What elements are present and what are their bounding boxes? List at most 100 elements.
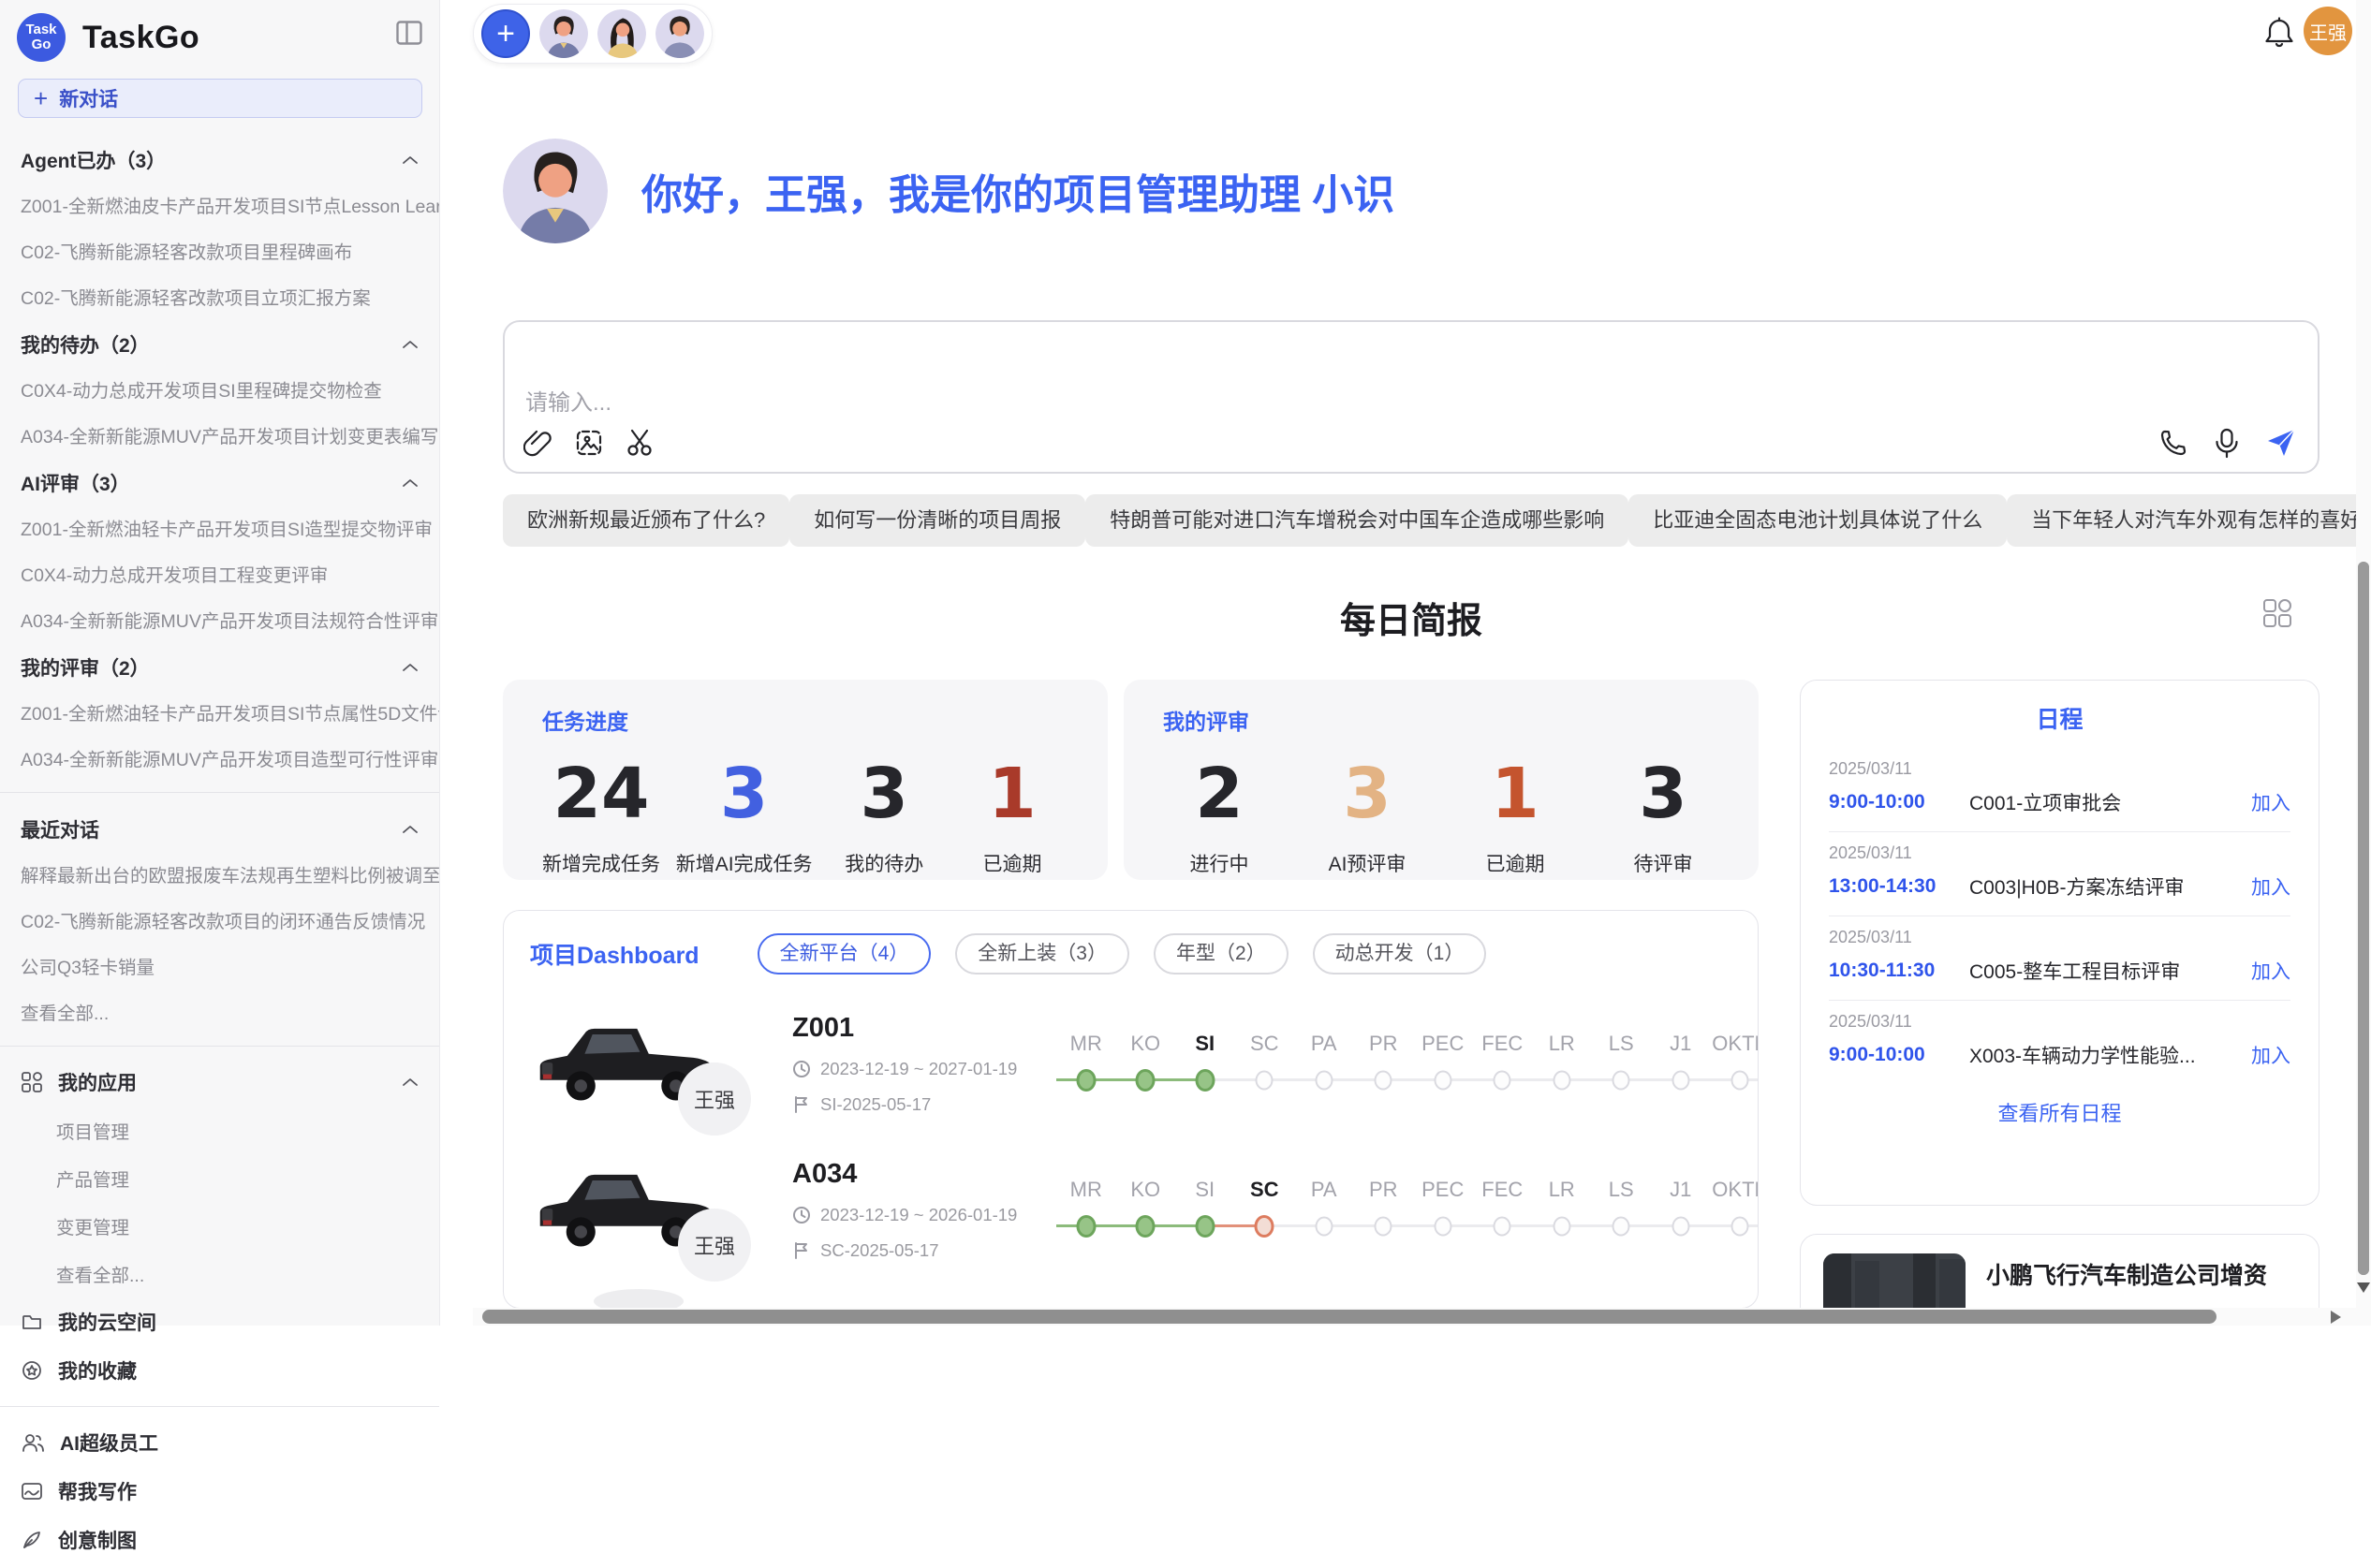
sidebar-collapse-button[interactable] bbox=[396, 21, 422, 45]
sidebar-item-favorites[interactable]: 我的收藏 bbox=[0, 1346, 439, 1395]
suggestion-chip[interactable]: 欧洲新规最近颁布了什么? bbox=[503, 494, 789, 547]
sidebar-item-ai-super-staff[interactable]: AI超级员工 bbox=[0, 1418, 439, 1467]
horizontal-scrollbar-thumb[interactable] bbox=[482, 1310, 2216, 1324]
microphone-button[interactable] bbox=[2213, 427, 2241, 459]
suggestion-chip[interactable]: 当下年轻人对汽车外观有怎样的喜好趋势 bbox=[2007, 494, 2371, 547]
sidebar-item[interactable]: Z001-全新燃油轻卡产品开发项目SI节点属性5D文件评审 bbox=[0, 689, 439, 735]
schedule-event: 2025/03/11 13:00-14:30 C003|H0B-方案冻结评审 加… bbox=[1829, 832, 2290, 916]
tab-powertrain[interactable]: 动总开发（1） bbox=[1313, 933, 1487, 975]
send-button[interactable] bbox=[2265, 427, 2297, 459]
view-all-schedule-link[interactable]: 查看所有日程 bbox=[1829, 1097, 2290, 1127]
divider bbox=[0, 792, 439, 793]
suggestion-chip[interactable]: 比亚迪全固态电池计划具体说了什么 bbox=[1628, 494, 2007, 547]
sidebar-item[interactable]: 公司Q3轻卡销量 bbox=[0, 943, 439, 989]
task-progress-title: 任务进度 bbox=[542, 704, 1068, 736]
sidebar-item[interactable]: C02-飞腾新能源轻客改款项目立项汇报方案 bbox=[0, 273, 439, 319]
sidebar-item-my-apps[interactable]: 我的应用 bbox=[0, 1058, 439, 1106]
event-date: 2025/03/11 bbox=[1829, 843, 2290, 863]
milestone-mr: MR bbox=[1056, 1178, 1116, 1241]
tab-new-body[interactable]: 全新上装（3） bbox=[955, 933, 1129, 975]
sidebar-item-cloud-space[interactable]: 我的云空间 bbox=[0, 1297, 439, 1346]
people-icon bbox=[21, 1431, 45, 1454]
insert-image-button[interactable] bbox=[574, 428, 604, 458]
sidebar-item-change-mgmt[interactable]: 变更管理 bbox=[0, 1202, 439, 1250]
project-owner-badge: 王强 bbox=[678, 1062, 751, 1136]
scroll-down-arrow-icon[interactable] bbox=[2357, 1282, 2370, 1293]
sidebar-item-help-me-write[interactable]: 帮我写作 bbox=[0, 1467, 439, 1516]
sidebar-item[interactable]: C0X4-动力总成开发项目工程变更评审 bbox=[0, 550, 439, 596]
feather-pen-icon bbox=[21, 1529, 43, 1551]
avatar[interactable] bbox=[597, 9, 646, 58]
assistant-avatar-icon bbox=[503, 139, 608, 243]
section-header-ai-review[interactable]: AI评审（3） bbox=[0, 458, 439, 505]
milestone-ko: KO bbox=[1116, 1178, 1176, 1241]
section-header-recent-chats[interactable]: 最近对话 bbox=[0, 804, 439, 851]
milestone-dot bbox=[1076, 1069, 1096, 1092]
chevron-up-icon bbox=[402, 478, 419, 488]
horizontal-scrollbar[interactable] bbox=[473, 1308, 2356, 1326]
voice-call-button[interactable] bbox=[2158, 428, 2188, 458]
project-row[interactable]: 王强 Z001 2023-12-19 ~ 2027-01-19 SI-2025-… bbox=[530, 1006, 1731, 1121]
sidebar-item[interactable]: Z001-全新燃油轻卡产品开发项目SI造型提交物评审 bbox=[0, 505, 439, 550]
stat-ai-pre-review: 3 AI预评审 bbox=[1311, 756, 1423, 877]
sidebar-item[interactable]: C02-飞腾新能源轻客改款项目里程碑画布 bbox=[0, 227, 439, 273]
section-header-my-todo[interactable]: 我的待办（2） bbox=[0, 319, 439, 366]
join-link[interactable]: 加入 bbox=[2251, 1041, 2290, 1069]
project-row[interactable]: 王强 A034 2023-12-19 ~ 2026-01-19 SC-2025-… bbox=[530, 1152, 1731, 1267]
milestone-dot bbox=[1553, 1071, 1570, 1091]
chevron-up-icon bbox=[402, 825, 419, 834]
screenshot-button[interactable] bbox=[625, 427, 656, 459]
attach-file-button[interactable] bbox=[523, 428, 553, 458]
schedule-event: 2025/03/11 9:00-10:00 X003-车辆动力学性能验... 加… bbox=[1829, 1001, 2290, 1084]
milestone-si: SI bbox=[1175, 1032, 1235, 1095]
join-link[interactable]: 加入 bbox=[2251, 872, 2290, 901]
divider bbox=[0, 1046, 439, 1047]
project-name: Z001 bbox=[792, 1013, 1036, 1044]
view-all-recent[interactable]: 查看全部... bbox=[0, 989, 439, 1034]
new-chat-button[interactable]: + 新对话 bbox=[18, 79, 422, 118]
logo-line2: Go bbox=[32, 37, 52, 52]
sidebar-item[interactable]: A034-全新新能源MUV产品开发项目计划变更表编写 bbox=[0, 412, 439, 458]
sidebar-item[interactable]: C02-飞腾新能源轻客改款项目的闭环通告反馈情况 bbox=[0, 897, 439, 943]
milestone-dot bbox=[1195, 1215, 1215, 1238]
sidebar-item[interactable]: C0X4-动力总成开发项目SI里程碑提交物检查 bbox=[0, 366, 439, 412]
milestone-dot bbox=[1136, 1215, 1156, 1238]
stat-review-overdue: 1 已逾期 bbox=[1459, 756, 1571, 877]
user-avatar[interactable]: 王强 bbox=[2304, 7, 2352, 55]
milestone-fec: FEC bbox=[1473, 1178, 1533, 1241]
sidebar-item[interactable]: Z001-全新燃油皮卡产品开发项目SI节点Lesson Learn报告 bbox=[0, 182, 439, 227]
section-header-my-review[interactable]: 我的评审（2） bbox=[0, 642, 439, 689]
schedule-event: 2025/03/11 9:00-10:00 C001-立项审批会 加入 bbox=[1829, 748, 2290, 831]
sidebar-item-creative-drawing[interactable]: 创意制图 bbox=[0, 1516, 439, 1564]
section-header-agent-done[interactable]: Agent已办（3） bbox=[0, 135, 439, 182]
avatar[interactable] bbox=[655, 9, 704, 58]
news-title: 小鹏飞行汽车制造公司增资 bbox=[1986, 1257, 2319, 1291]
suggestion-chip[interactable]: 如何写一份清晰的项目周报 bbox=[789, 494, 1085, 547]
tab-model-year[interactable]: 年型（2） bbox=[1154, 933, 1289, 975]
divider bbox=[0, 1406, 439, 1407]
new-session-button[interactable]: + bbox=[481, 9, 530, 58]
app-title: TaskGo bbox=[82, 20, 199, 56]
view-all-apps[interactable]: 查看全部... bbox=[0, 1250, 439, 1297]
project-owner-badge: 王强 bbox=[678, 1209, 751, 1282]
milestone-track: MRKOSISCPAPRPECFECLRLSJ1OKTB bbox=[1056, 1032, 1759, 1095]
scroll-right-arrow-icon[interactable] bbox=[2331, 1311, 2341, 1324]
milestone-pa: PA bbox=[1294, 1032, 1354, 1095]
project-thumbnail: 王强 bbox=[530, 1006, 725, 1121]
milestone-lr: LR bbox=[1532, 1032, 1592, 1095]
suggestion-chip[interactable]: 特朗普可能对进口汽车增税会对中国车企造成哪些影响 bbox=[1085, 494, 1628, 547]
briefing-layout-button[interactable] bbox=[2260, 595, 2295, 631]
sidebar-item-product-mgmt[interactable]: 产品管理 bbox=[0, 1154, 439, 1202]
sidebar-item[interactable]: A034-全新新能源MUV产品开发项目造型可行性评审 bbox=[0, 735, 439, 781]
tab-new-platform[interactable]: 全新平台（4） bbox=[758, 933, 932, 975]
sidebar-item-project-mgmt[interactable]: 项目管理 bbox=[0, 1106, 439, 1154]
sidebar-item[interactable]: A034-全新新能源MUV产品开发项目法规符合性评审 bbox=[0, 596, 439, 642]
avatar[interactable] bbox=[539, 9, 588, 58]
notifications-bell-icon[interactable] bbox=[2264, 17, 2294, 49]
sidebar-item[interactable]: 解释最新出台的欧盟报废车法规再生塑料比例被调至15%... bbox=[0, 851, 439, 897]
join-link[interactable]: 加入 bbox=[2251, 788, 2290, 816]
vertical-scrollbar-thumb[interactable] bbox=[2358, 562, 2369, 1275]
join-link[interactable]: 加入 bbox=[2251, 957, 2290, 985]
message-composer[interactable]: 请输入... bbox=[503, 320, 2319, 474]
project-thumbnail: 王强 bbox=[530, 1152, 725, 1267]
